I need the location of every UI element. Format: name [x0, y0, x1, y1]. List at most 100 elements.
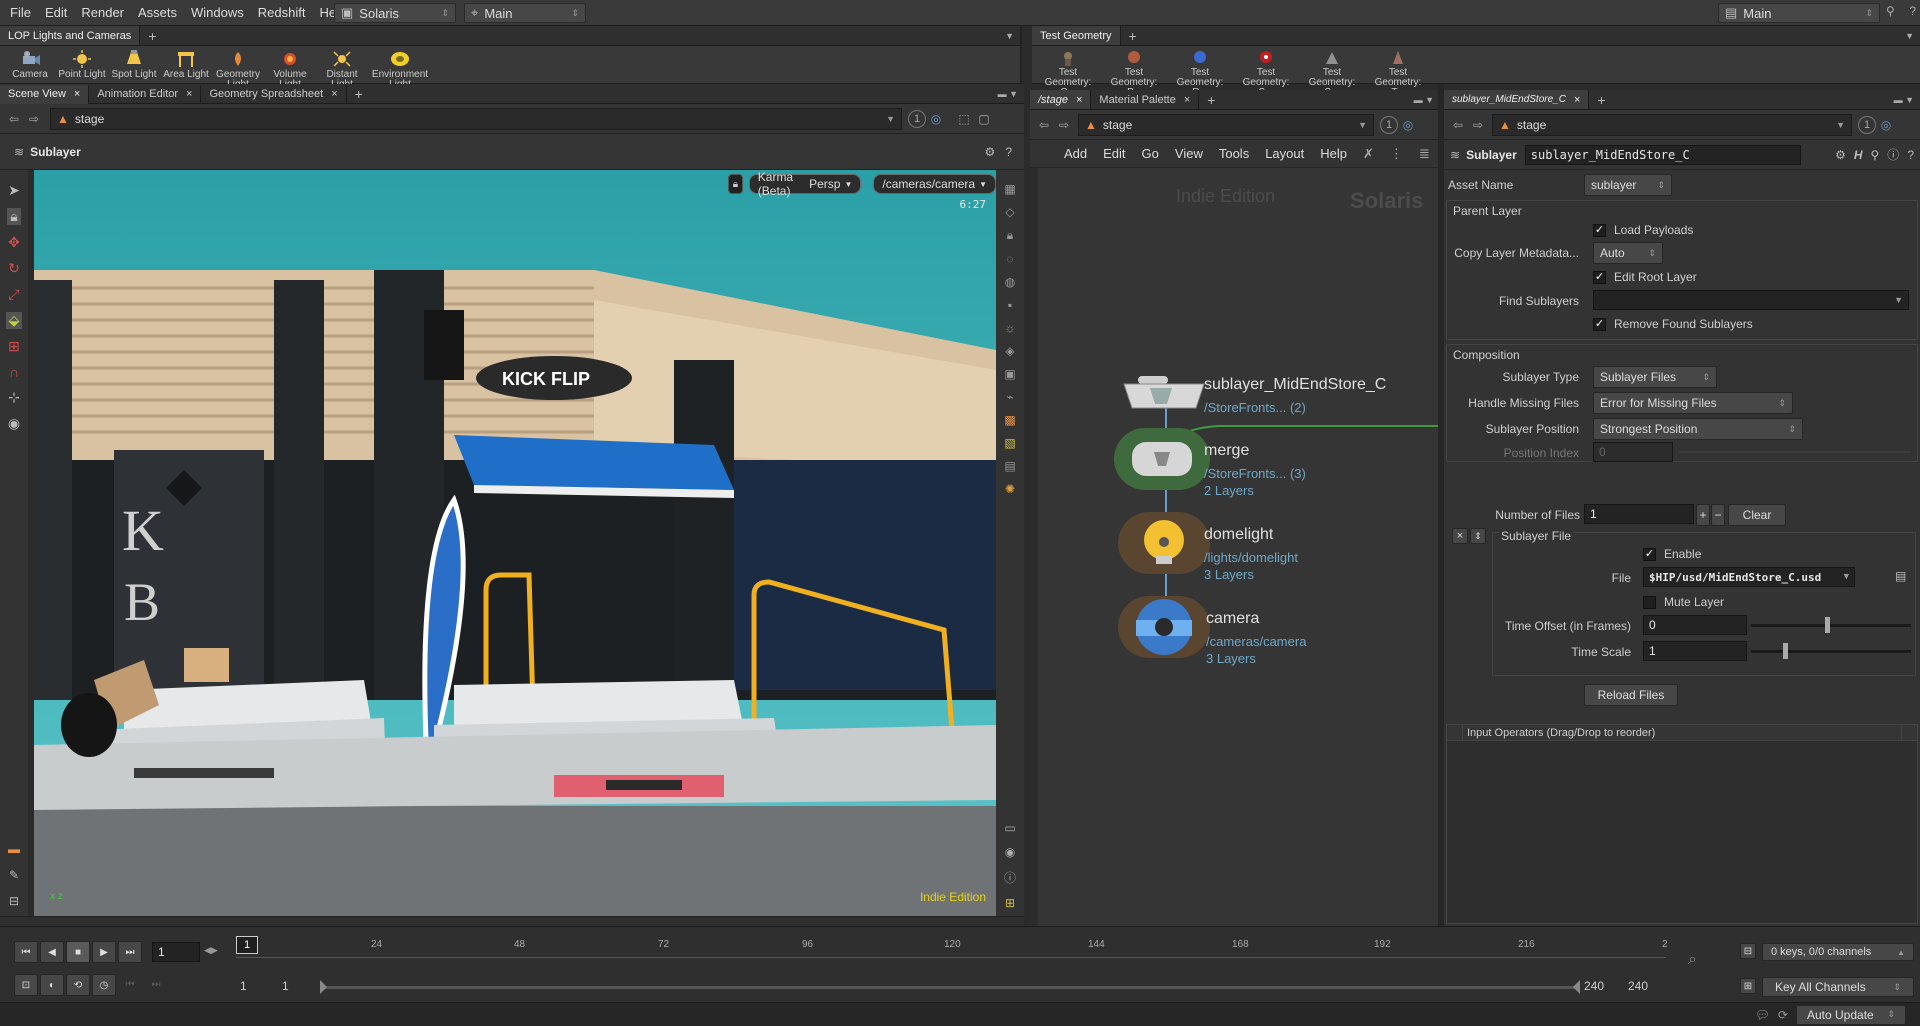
desktop-select[interactable]: ▣ Solaris ⇕: [334, 3, 456, 23]
display-options-icon[interactable]: ▦: [1004, 182, 1015, 196]
sublayer-position-select[interactable]: Strongest Position ⇕: [1593, 418, 1803, 440]
pane-menu-icon[interactable]: ▬ ▼: [998, 89, 1018, 99]
maximize-icon[interactable]: ▢: [974, 109, 994, 129]
chevron-down-icon[interactable]: ▼: [1894, 295, 1903, 305]
tab-animation-editor[interactable]: Animation Editor ×: [89, 84, 202, 104]
pose-icon[interactable]: ⬙: [5, 312, 23, 329]
remove-file-button[interactable]: −: [1711, 504, 1725, 526]
node-domelight[interactable]: [1118, 512, 1210, 574]
tab-test-geometry[interactable]: Test Geometry: [1032, 26, 1121, 45]
node-merge[interactable]: [1114, 428, 1210, 490]
input-operators-list[interactable]: Input Operators (Drag/Drop to reorder): [1446, 724, 1918, 924]
chevron-down-icon[interactable]: ▼: [1005, 31, 1014, 41]
play-reverse-icon[interactable]: ◀: [40, 941, 64, 963]
close-icon[interactable]: ×: [74, 88, 80, 100]
stamp-icon[interactable]: ⊟: [9, 894, 19, 908]
help-icon[interactable]: ?: [1005, 145, 1012, 159]
transform-icon[interactable]: ✥: [8, 234, 20, 251]
left-path-field[interactable]: ▲ stage ▼: [50, 107, 902, 130]
guide-icon[interactable]: ▧: [1004, 436, 1015, 450]
paint-icon[interactable]: ✎: [9, 868, 19, 882]
realtime-icon[interactable]: ⊡: [14, 974, 38, 996]
menu-edit[interactable]: Edit: [1103, 146, 1125, 161]
link-icon[interactable]: ◎: [926, 109, 946, 129]
range-slider[interactable]: [320, 980, 1580, 994]
forward-arrow-icon[interactable]: ⇨: [24, 109, 44, 129]
scale-icon[interactable]: ⤢: [8, 286, 19, 303]
clear-button[interactable]: Clear: [1728, 504, 1786, 526]
pane-menu-icon[interactable]: ▬ ▼: [1414, 95, 1434, 105]
range-end-handle[interactable]: [1573, 980, 1580, 994]
magnet-icon[interactable]: ∩: [9, 364, 19, 380]
tool-point-light[interactable]: Point Light: [56, 50, 108, 80]
shading-icon[interactable]: ◍: [1005, 275, 1015, 289]
chevron-down-icon[interactable]: ▼: [1844, 572, 1849, 582]
file-chooser-icon[interactable]: ▤: [1895, 569, 1906, 583]
grid-icon[interactable]: ▤: [1004, 459, 1015, 473]
right-desktop-select[interactable]: ▤ Main ⇕: [1718, 3, 1880, 23]
link-icon[interactable]: ◎: [1398, 115, 1418, 135]
copy-metadata-select[interactable]: Auto ⇕: [1593, 242, 1663, 264]
menu-file[interactable]: File: [3, 0, 38, 26]
range-end-playback[interactable]: 240: [1584, 979, 1604, 993]
tab-material-palette[interactable]: Material Palette ×: [1091, 90, 1200, 109]
forward-arrow-icon[interactable]: ⇨: [1468, 115, 1488, 135]
hud-icon[interactable]: ▩: [1004, 413, 1015, 427]
snap-icon[interactable]: ⊞: [8, 338, 20, 355]
forward-arrow-icon[interactable]: ⇨: [1054, 115, 1074, 135]
search-icon[interactable]: ⚲: [1871, 148, 1880, 162]
rotate-icon[interactable]: ↻: [8, 260, 20, 277]
network-canvas[interactable]: Indie Edition Solaris sublayer_MidEndSto…: [1030, 168, 1440, 926]
slider-handle[interactable]: [1824, 617, 1830, 633]
range-start-playback[interactable]: 1: [282, 979, 289, 993]
search-icon[interactable]: ⚲: [1886, 4, 1895, 18]
handle-missing-select[interactable]: Error for Missing Files ⇕: [1593, 392, 1793, 414]
node-name-field[interactable]: sublayer_MidEndStore_C: [1524, 144, 1801, 165]
background-icon[interactable]: ▪: [1008, 298, 1012, 312]
link-icon[interactable]: ◎: [1876, 115, 1896, 135]
loop-icon[interactable]: ⟲: [66, 974, 90, 996]
pin-badge[interactable]: 1: [1858, 115, 1876, 134]
help-icon[interactable]: ?: [1909, 4, 1916, 18]
add-tab-icon[interactable]: +: [1129, 28, 1137, 44]
step-forward-icon[interactable]: ⏭: [144, 974, 168, 996]
lock-camera-icon[interactable]: 🔒︎: [728, 174, 743, 194]
render-icon[interactable]: ◉: [1005, 845, 1015, 859]
clock-icon[interactable]: ◷: [92, 974, 116, 996]
menu-assets[interactable]: Assets: [131, 0, 184, 26]
tab-geometry-spreadsheet[interactable]: Geometry Spreadsheet ×: [201, 84, 347, 104]
headlight-icon[interactable]: ◈: [1005, 344, 1014, 358]
close-icon[interactable]: ×: [1184, 94, 1190, 106]
help-icon[interactable]: ?: [1907, 148, 1914, 162]
menu-edit[interactable]: Edit: [38, 0, 74, 26]
back-arrow-icon[interactable]: ⇦: [1448, 115, 1468, 135]
stop-icon[interactable]: ■: [66, 941, 90, 963]
current-frame-marker[interactable]: 1: [236, 936, 258, 954]
camera-tool-icon[interactable]: ◉: [8, 415, 20, 432]
reload-files-button[interactable]: Reload Files: [1584, 684, 1678, 706]
pin-badge[interactable]: 1: [1380, 115, 1398, 134]
pin-badge[interactable]: 1: [908, 109, 926, 128]
add-tab-icon[interactable]: +: [1207, 92, 1215, 108]
add-tab-icon[interactable]: +: [148, 28, 156, 44]
light-bulb-icon[interactable]: ☼: [1005, 321, 1016, 335]
range-start[interactable]: 1: [240, 979, 247, 993]
info-icon[interactable]: ⓘ: [1887, 146, 1899, 163]
key-icon[interactable]: ⊞: [1740, 978, 1756, 994]
mute-layer-checkbox[interactable]: [1643, 595, 1656, 609]
back-arrow-icon[interactable]: ⇦: [4, 109, 24, 129]
tool-spot-light[interactable]: Spot Light: [108, 50, 160, 80]
reorder-icon[interactable]: ⇕: [1470, 528, 1486, 544]
menu-go[interactable]: Go: [1142, 146, 1159, 161]
tab-sublayer-params[interactable]: sublayer_MidEndStore_C ×: [1444, 90, 1590, 109]
node-camera[interactable]: [1118, 596, 1210, 658]
tree-icon[interactable]: ⋮: [1390, 146, 1403, 162]
chevron-down-icon[interactable]: ▼: [1905, 31, 1914, 41]
file-path-field[interactable]: $HIP/usd/MidEndStore_C.usd ▼: [1643, 567, 1855, 587]
light-tool-icon[interactable]: ⊹: [8, 389, 20, 406]
add-file-button[interactable]: +: [1696, 504, 1710, 526]
frame-icon[interactable]: ▣: [1004, 367, 1015, 381]
list-icon[interactable]: ≣: [1419, 146, 1430, 162]
jump-start-icon[interactable]: ⏮: [14, 941, 38, 963]
close-icon[interactable]: ×: [331, 88, 337, 100]
